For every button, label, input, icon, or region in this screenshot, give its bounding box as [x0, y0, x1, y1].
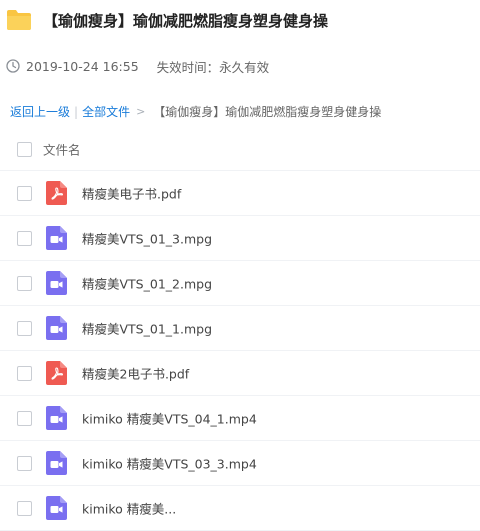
- file-rows: 精瘦美电子书.pdf 精瘦美VTS_01_3.mpg 精瘦美VTS_01_2.mpg…: [0, 171, 480, 531]
- file-name[interactable]: 精瘦美2电子书.pdf: [82, 364, 189, 383]
- all-files-link[interactable]: 全部文件: [82, 103, 130, 120]
- file-name[interactable]: 精瘦美VTS_01_3.mpg: [82, 229, 212, 248]
- share-created-time: 2019-10-24 16:55: [26, 58, 139, 74]
- video-file-icon: [46, 316, 67, 340]
- share-expire-time: 失效时间：永久有效: [156, 59, 270, 75]
- file-name[interactable]: kimiko 精瘦美VTS_03_3.mp4: [82, 454, 257, 473]
- file-row[interactable]: 精瘦美VTS_01_1.mpg: [0, 306, 480, 351]
- file-row[interactable]: kimiko 精瘦美...: [0, 486, 480, 531]
- clock-icon: [6, 59, 20, 73]
- file-checkbox[interactable]: [17, 321, 32, 336]
- file-checkbox[interactable]: [17, 456, 32, 471]
- video-file-icon: [46, 226, 67, 250]
- column-header-filename: 文件名: [43, 142, 81, 157]
- file-list: 文件名 精瘦美电子书.pdf 精瘦美VTS_01_3.mpg 精瘦美VTS_01_2…: [0, 127, 480, 531]
- video-file-icon: [46, 451, 67, 475]
- select-all-checkbox[interactable]: [17, 141, 32, 157]
- file-name[interactable]: 精瘦美VTS_01_2.mpg: [82, 274, 212, 293]
- share-title: 【瑜伽瘦身】瑜伽减肥燃脂瘦身塑身健身操: [43, 12, 329, 30]
- file-row[interactable]: 精瘦美2电子书.pdf: [0, 351, 480, 396]
- file-checkbox[interactable]: [17, 231, 32, 246]
- file-name[interactable]: kimiko 精瘦美...: [82, 499, 176, 518]
- file-row[interactable]: 精瘦美VTS_01_2.mpg: [0, 261, 480, 306]
- back-link[interactable]: 返回上一级: [10, 103, 70, 120]
- file-checkbox[interactable]: [17, 276, 32, 291]
- breadcrumb-separator: |: [74, 104, 79, 119]
- file-row[interactable]: kimiko 精瘦美VTS_04_1.mp4: [0, 396, 480, 441]
- breadcrumb: 返回上一级 | 全部文件 > 【瑜伽瘦身】瑜伽减肥燃脂瘦身塑身健身操: [10, 103, 381, 120]
- file-name[interactable]: 精瘦美电子书.pdf: [82, 184, 181, 203]
- pdf-file-icon: [46, 181, 67, 205]
- video-file-icon: [46, 406, 67, 430]
- file-checkbox[interactable]: [17, 411, 32, 426]
- pdf-file-icon: [46, 361, 67, 385]
- breadcrumb-arrow: >: [136, 105, 146, 118]
- folder-icon: [7, 10, 31, 30]
- share-header: 【瑜伽瘦身】瑜伽减肥燃脂瘦身塑身健身操: [0, 0, 480, 42]
- file-checkbox[interactable]: [17, 186, 32, 201]
- file-checkbox[interactable]: [17, 501, 32, 516]
- file-row[interactable]: 精瘦美电子书.pdf: [0, 171, 480, 216]
- file-row[interactable]: kimiko 精瘦美VTS_03_3.mp4: [0, 441, 480, 486]
- breadcrumb-current: 【瑜伽瘦身】瑜伽减肥燃脂瘦身塑身健身操: [153, 105, 382, 119]
- file-list-header: 文件名: [0, 127, 480, 171]
- file-row[interactable]: 精瘦美VTS_01_3.mpg: [0, 216, 480, 261]
- share-meta: 2019-10-24 16:55 失效时间：永久有效: [6, 56, 269, 76]
- file-checkbox[interactable]: [17, 366, 32, 381]
- file-name[interactable]: kimiko 精瘦美VTS_04_1.mp4: [82, 409, 257, 428]
- file-name[interactable]: 精瘦美VTS_01_1.mpg: [82, 319, 212, 338]
- video-file-icon: [46, 271, 67, 295]
